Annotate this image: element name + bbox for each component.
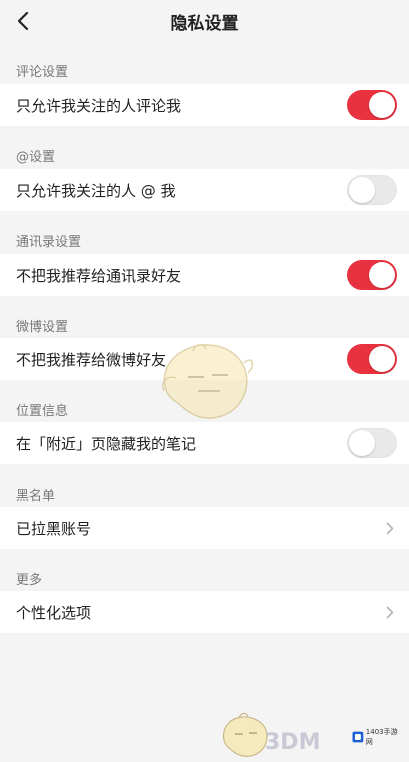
setting-label: 在「附近」页隐藏我的笔记 [16, 434, 197, 453]
section-label-weibo: 微博设置 [16, 320, 69, 335]
location-toggle[interactable] [347, 428, 397, 458]
comments-toggle[interactable] [347, 90, 397, 120]
chevron-left-icon [17, 11, 29, 31]
setting-label: 已拉黑账号 [16, 519, 92, 538]
setting-label: 只允许我关注的人 @ 我 [16, 181, 176, 200]
toggle-knob [369, 262, 395, 288]
watermark-brand: 3DM [265, 730, 321, 755]
setting-row-comments: 只允许我关注的人评论我 [0, 84, 409, 126]
section-label-comments: 评论设置 [16, 65, 69, 80]
contacts-toggle[interactable] [347, 260, 397, 290]
chevron-right-icon [383, 605, 397, 619]
toggle-knob [369, 92, 395, 118]
page-title: 隐私设置 [170, 13, 239, 34]
site-watermark-text: 1403手游网 [365, 728, 398, 746]
setting-label: 不把我推荐给通讯录好友 [16, 266, 182, 285]
section-label-blacklist: 黑名单 [16, 489, 56, 504]
back-button[interactable] [8, 6, 38, 36]
setting-label: 个性化选项 [16, 603, 92, 622]
setting-row-blocked-accounts[interactable]: 已拉黑账号 [0, 507, 409, 549]
mentions-toggle[interactable] [347, 175, 397, 205]
setting-row-location: 在「附近」页隐藏我的笔记 [0, 422, 409, 464]
site-watermark: 1403手游网 [352, 722, 404, 752]
section-label-mentions: @设置 [16, 150, 56, 165]
setting-row-mentions: 只允许我关注的人 @ 我 [0, 169, 409, 211]
setting-row-personalization[interactable]: 个性化选项 [0, 591, 409, 633]
top-bar: 隐私设置 [0, 0, 409, 42]
section-label-more: 更多 [16, 573, 43, 588]
toggle-knob [349, 430, 375, 456]
section-label-contacts: 通讯录设置 [16, 235, 82, 250]
chevron-right-icon [383, 521, 397, 535]
toggle-knob [349, 177, 375, 203]
weibo-toggle[interactable] [347, 344, 397, 374]
mascot-watermark-image [162, 344, 254, 419]
toggle-knob [369, 346, 395, 372]
site-logo-icon [352, 731, 364, 743]
setting-label: 只允许我关注的人评论我 [16, 96, 182, 115]
section-label-location: 位置信息 [16, 404, 69, 419]
setting-row-contacts: 不把我推荐给通讯录好友 [0, 254, 409, 296]
